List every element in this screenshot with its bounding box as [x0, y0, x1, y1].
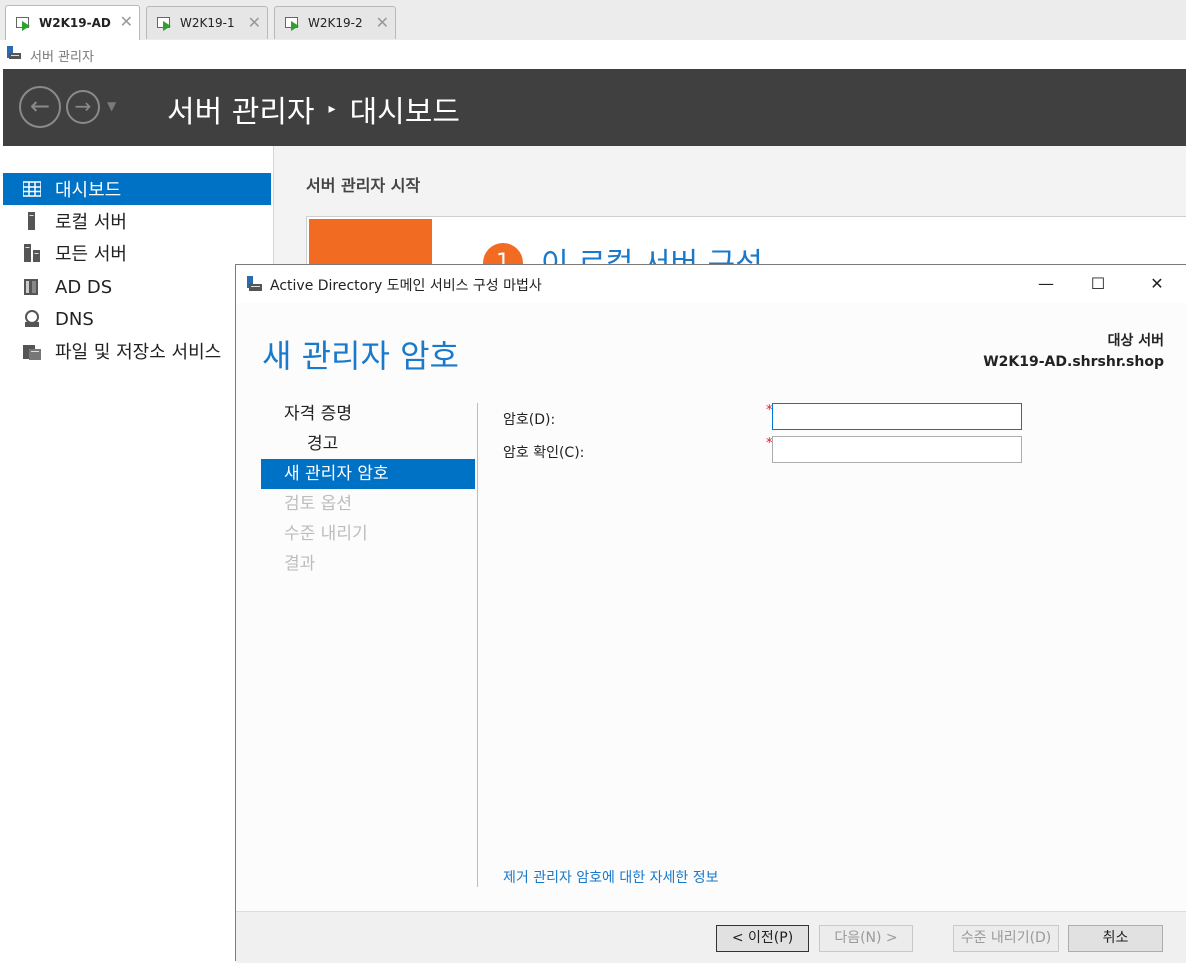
back-button[interactable]: ← — [19, 86, 61, 128]
close-tab-icon[interactable]: ✕ — [376, 13, 389, 32]
step-results: 결과 — [284, 554, 316, 574]
sidebar-item-label: 로컬 서버 — [55, 212, 127, 233]
section-title: 서버 관리자 시작 — [306, 176, 421, 195]
arrow-right-icon: → — [74, 94, 92, 118]
step-warnings[interactable]: 경고 — [261, 429, 475, 459]
steps-divider — [477, 403, 478, 887]
app-title: 서버 관리자 — [30, 50, 94, 65]
sidebar-item-ad-ds[interactable]: AD DS — [3, 271, 271, 303]
vm-tab-w2k19-ad[interactable]: W2K19-AD ✕ — [5, 5, 140, 40]
next-button: 다음(N) > — [819, 925, 913, 952]
dns-icon — [25, 310, 39, 327]
sidebar-item-label: 파일 및 저장소 서비스 — [55, 342, 222, 363]
header-bar: ← → ▼ 서버 관리자 ▸ 대시보드 — [3, 69, 1186, 146]
sidebar-item-local-server[interactable]: 로컬 서버 — [3, 205, 271, 237]
wizard-steps-nav: 자격 증명 경고 새 관리자 암호 검토 옵션 수준 내리기 결과 — [261, 399, 475, 579]
vm-tab-w2k19-1[interactable]: W2K19-1 ✕ — [146, 6, 268, 39]
breadcrumb-current: 대시보드 — [349, 95, 460, 130]
breadcrumb-root[interactable]: 서버 관리자 — [167, 87, 315, 131]
arrow-left-icon: ← — [29, 91, 51, 120]
close-tab-icon[interactable]: ✕ — [120, 12, 133, 31]
sidebar-item-label: AD DS — [55, 276, 113, 298]
breadcrumb: 서버 관리자 ▸ 대시보드 — [167, 87, 460, 131]
history-dropdown-icon[interactable]: ▼ — [107, 99, 116, 113]
password-label: 암호(D): — [503, 412, 556, 428]
sidebar-item-file-storage[interactable]: 파일 및 저장소 서비스 — [3, 335, 271, 367]
vm-running-icon — [157, 16, 172, 31]
vm-tab-label: W2K19-1 — [180, 16, 235, 30]
app-title-bar: 서버 관리자 — [0, 40, 1186, 68]
sidebar-item-label: 대시보드 — [55, 180, 122, 201]
vm-tab-label: W2K19-2 — [308, 16, 363, 30]
confirm-password-field[interactable] — [772, 436, 1022, 463]
sidebar-item-dashboard[interactable]: 대시보드 — [3, 173, 271, 205]
forward-button[interactable]: → — [66, 90, 100, 124]
maximize-button[interactable]: ☐ — [1075, 269, 1121, 299]
local-server-icon — [28, 212, 35, 230]
cancel-button[interactable]: 취소 — [1068, 925, 1163, 952]
ad-ds-icon — [24, 279, 38, 295]
file-storage-icon — [23, 345, 41, 360]
step-credentials[interactable]: 자격 증명 — [261, 399, 475, 429]
demote-button: 수준 내리기(D) — [953, 925, 1059, 952]
page-title: 새 관리자 암호 — [262, 337, 459, 375]
all-servers-icon — [24, 244, 40, 262]
previous-button[interactable]: < 이전(P) — [716, 925, 809, 952]
vm-tab-label: W2K19-AD — [39, 16, 111, 30]
more-info-link[interactable]: 제거 관리자 암호에 대한 자세한 정보 — [503, 867, 718, 887]
dashboard-icon — [23, 181, 41, 197]
sidebar-item-label: DNS — [55, 308, 94, 330]
target-server-label: 대상 서버 — [1107, 333, 1164, 349]
close-button[interactable]: ✕ — [1134, 269, 1180, 299]
ad-ds-config-wizard: Active Directory 도메인 서비스 구성 마법사 — ☐ ✕ 새 … — [235, 264, 1186, 963]
step-review-options: 검토 옵션 — [284, 494, 352, 514]
target-server-info: 대상 서버 W2K19-AD.shrshr.shop — [983, 331, 1164, 373]
vm-running-icon — [16, 16, 31, 31]
vm-tab-w2k19-2[interactable]: W2K19-2 ✕ — [274, 6, 396, 39]
wizard-title: Active Directory 도메인 서비스 구성 마법사 — [270, 278, 542, 294]
chevron-right-icon: ▸ — [328, 101, 336, 117]
vm-tab-strip: W2K19-AD ✕ W2K19-1 ✕ W2K19-2 ✕ — [0, 0, 1186, 40]
sidebar-item-dns[interactable]: DNS — [3, 303, 271, 335]
sidebar: 대시보드 로컬 서버 모든 서버 AD DS DNS 파일 및 저장소 서비스 — [3, 146, 274, 961]
target-server-name: W2K19-AD.shrshr.shop — [983, 354, 1164, 370]
vm-running-icon — [285, 16, 300, 31]
sidebar-item-all-servers[interactable]: 모든 서버 — [3, 237, 271, 269]
server-manager-icon — [7, 46, 21, 59]
step-demotion: 수준 내리기 — [284, 524, 368, 544]
server-manager-icon — [247, 276, 262, 291]
password-field[interactable] — [772, 403, 1022, 430]
close-tab-icon[interactable]: ✕ — [248, 13, 261, 32]
minimize-button[interactable]: — — [1023, 269, 1069, 299]
wizard-footer: < 이전(P) 다음(N) > 수준 내리기(D) 취소 — [236, 911, 1186, 963]
step-new-admin-password[interactable]: 새 관리자 암호 — [261, 459, 475, 489]
sidebar-item-label: 모든 서버 — [55, 244, 127, 265]
wizard-body: 새 관리자 암호 대상 서버 W2K19-AD.shrshr.shop 자격 증… — [236, 303, 1186, 911]
wizard-title-bar: Active Directory 도메인 서비스 구성 마법사 — ☐ ✕ — [236, 265, 1186, 303]
confirm-password-label: 암호 확인(C): — [503, 445, 585, 461]
